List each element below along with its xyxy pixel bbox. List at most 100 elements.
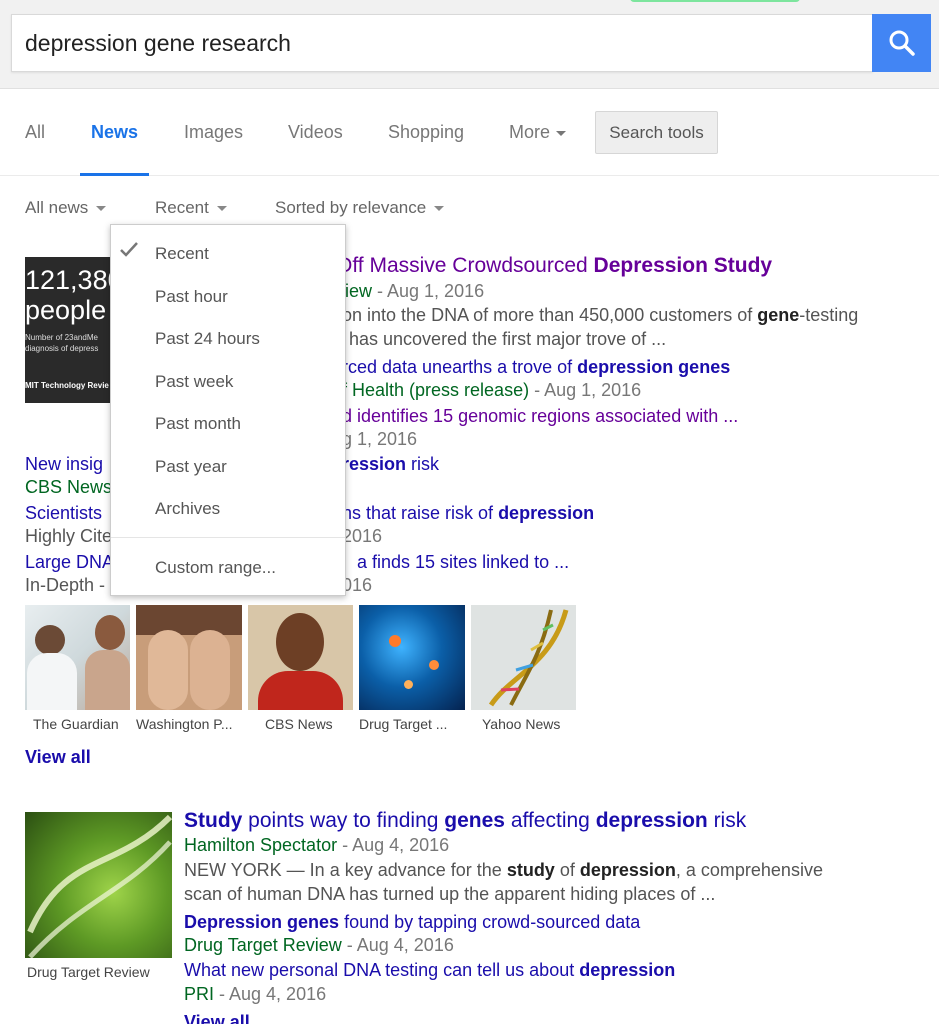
tab-more[interactable]: More [509,122,567,143]
related-article-link[interactable]: d identifies 15 genomic regions associat… [342,406,738,427]
image-caption: Yahoo News [482,716,561,732]
result-snippet: scan of human DNA has turned up the appa… [184,884,716,904]
filter-all-news[interactable]: All news [25,198,107,218]
link-text: risk [406,454,440,474]
related-source: f Health (press release) - Aug 1, 2016 [342,380,641,401]
filter-time-label: Recent [155,198,209,217]
result-title[interactable]: Study points way to finding genes affect… [184,809,746,833]
result-source: view - Aug 1, 2016 [336,281,484,302]
snippet-text: , a comprehensive [675,860,823,880]
figure-body [27,653,77,710]
related-source: CBS News [25,477,112,498]
publisher: f Health (press release) [342,380,530,400]
menu-item-custom-range[interactable]: Custom range... [155,558,276,578]
menu-divider [111,537,345,538]
related-article-link[interactable]: ression risk [342,454,439,475]
related-article-link[interactable]: a finds 15 sites linked to ... [357,552,569,573]
link-text: ns that raise risk of [342,503,499,523]
date: - Aug 1, 2016 [529,380,642,400]
link-bold: Depression genes [184,912,340,932]
tab-all[interactable]: All [25,122,45,143]
search-input[interactable] [25,15,865,71]
search-tools-button[interactable]: Search tools [595,111,718,154]
image-caption: Washington P... [136,716,233,732]
link-bold: ression [342,454,407,474]
image-caption: Drug Target ... [359,716,448,732]
view-all-link[interactable]: View all [25,747,91,768]
related-article-link[interactable]: What new personal DNA testing can tell u… [184,960,675,981]
thumb-people: people [25,295,107,325]
menu-item-archives[interactable]: Archives [155,499,220,519]
related-article-link[interactable]: Depression genes found by tapping crowd-… [184,912,640,933]
filter-sort-label: Sorted by relevance [275,198,427,217]
image-caption: The Guardian [33,716,119,732]
tab-news[interactable]: News [91,122,138,143]
search-tabs: All News Images Videos Shopping More Sea… [0,89,939,176]
figure-head [95,615,125,650]
menu-item-past-month[interactable]: Past month [155,414,241,434]
related-date: 2016 [342,526,383,546]
related-date: 016 [342,575,373,595]
link-bold: depression genes [577,357,731,377]
tab-more-label: More [509,122,551,142]
related-article-link[interactable]: rced data unearths a trove of depression… [342,357,730,378]
related-source: Drug Target Review - Aug 4, 2016 [184,935,454,956]
title-bold: depression [595,809,708,832]
thumb-line: diagnosis of depress [25,344,99,353]
title-text: points way to finding [242,809,445,832]
shirt [258,671,343,710]
title-bold: Study [184,809,243,832]
figure-body [85,650,130,710]
snippet-bold: gene [757,305,800,325]
date: - Aug 4, 2016 [337,835,450,855]
filter-sort[interactable]: Sorted by relevance [275,198,445,218]
result-snippet: NEW YORK — In a key advance for the stud… [184,858,823,882]
related-article-link[interactable]: ns that raise risk of depression [342,503,594,524]
result-thumbnail[interactable] [25,812,172,958]
tab-shopping[interactable]: Shopping [388,122,464,143]
menu-item-past-week[interactable]: Past week [155,372,233,392]
tab-videos[interactable]: Videos [288,122,343,143]
publisher: CBS News [25,477,113,497]
active-tab-indicator [80,173,149,176]
menu-item-past-hour[interactable]: Past hour [155,287,228,307]
chevron-down-icon [96,206,107,212]
menu-item-past-year[interactable]: Past year [155,457,227,477]
link-bold: depression [498,503,595,523]
image-caption: CBS News [265,716,333,732]
neuron [429,660,439,670]
thumb-line: Number of 23andMe [25,333,98,342]
date: - Aug 4, 2016 [341,935,454,955]
related-article-link[interactable]: New insig [25,454,103,475]
tab-images[interactable]: Images [184,122,243,143]
date: - Aug 1, 2016 [372,281,485,301]
menu-item-recent[interactable]: Recent [155,244,209,264]
related-source: PRI - Aug 4, 2016 [184,984,326,1005]
result-title[interactable]: Off Massive Crowdsourced Depression Stud… [336,254,772,278]
search-box[interactable] [11,14,873,72]
link-bold: depression [579,960,676,980]
related-article-link[interactable]: Large DNA [25,552,114,573]
menu-item-past-24-hours[interactable]: Past 24 hours [155,329,260,349]
snippet-text: on into the DNA of more than 450,000 cus… [342,305,758,325]
news-image[interactable] [471,605,576,710]
news-image[interactable] [25,605,130,710]
dna-icon [488,609,569,707]
search-button[interactable] [872,14,931,72]
search-icon [889,30,915,56]
filter-all-news-label: All news [25,198,89,217]
thumb-brand: MIT Technology Revie [25,381,109,390]
face [276,613,324,671]
hand [190,630,230,710]
publisher: Hamilton Spectator [184,835,338,855]
news-image[interactable] [248,605,353,710]
snippet-bold: depression [579,860,676,880]
result-snippet: on into the DNA of more than 450,000 cus… [342,303,858,327]
view-all-link[interactable]: View all [184,1012,250,1024]
thumb-caption: Drug Target Review [27,964,150,980]
news-image[interactable] [359,605,465,710]
filter-time[interactable]: Recent [155,198,227,218]
related-article-link[interactable]: Scientists [25,503,102,524]
news-image[interactable] [136,605,242,710]
related-source: In-Depth - [25,575,106,595]
